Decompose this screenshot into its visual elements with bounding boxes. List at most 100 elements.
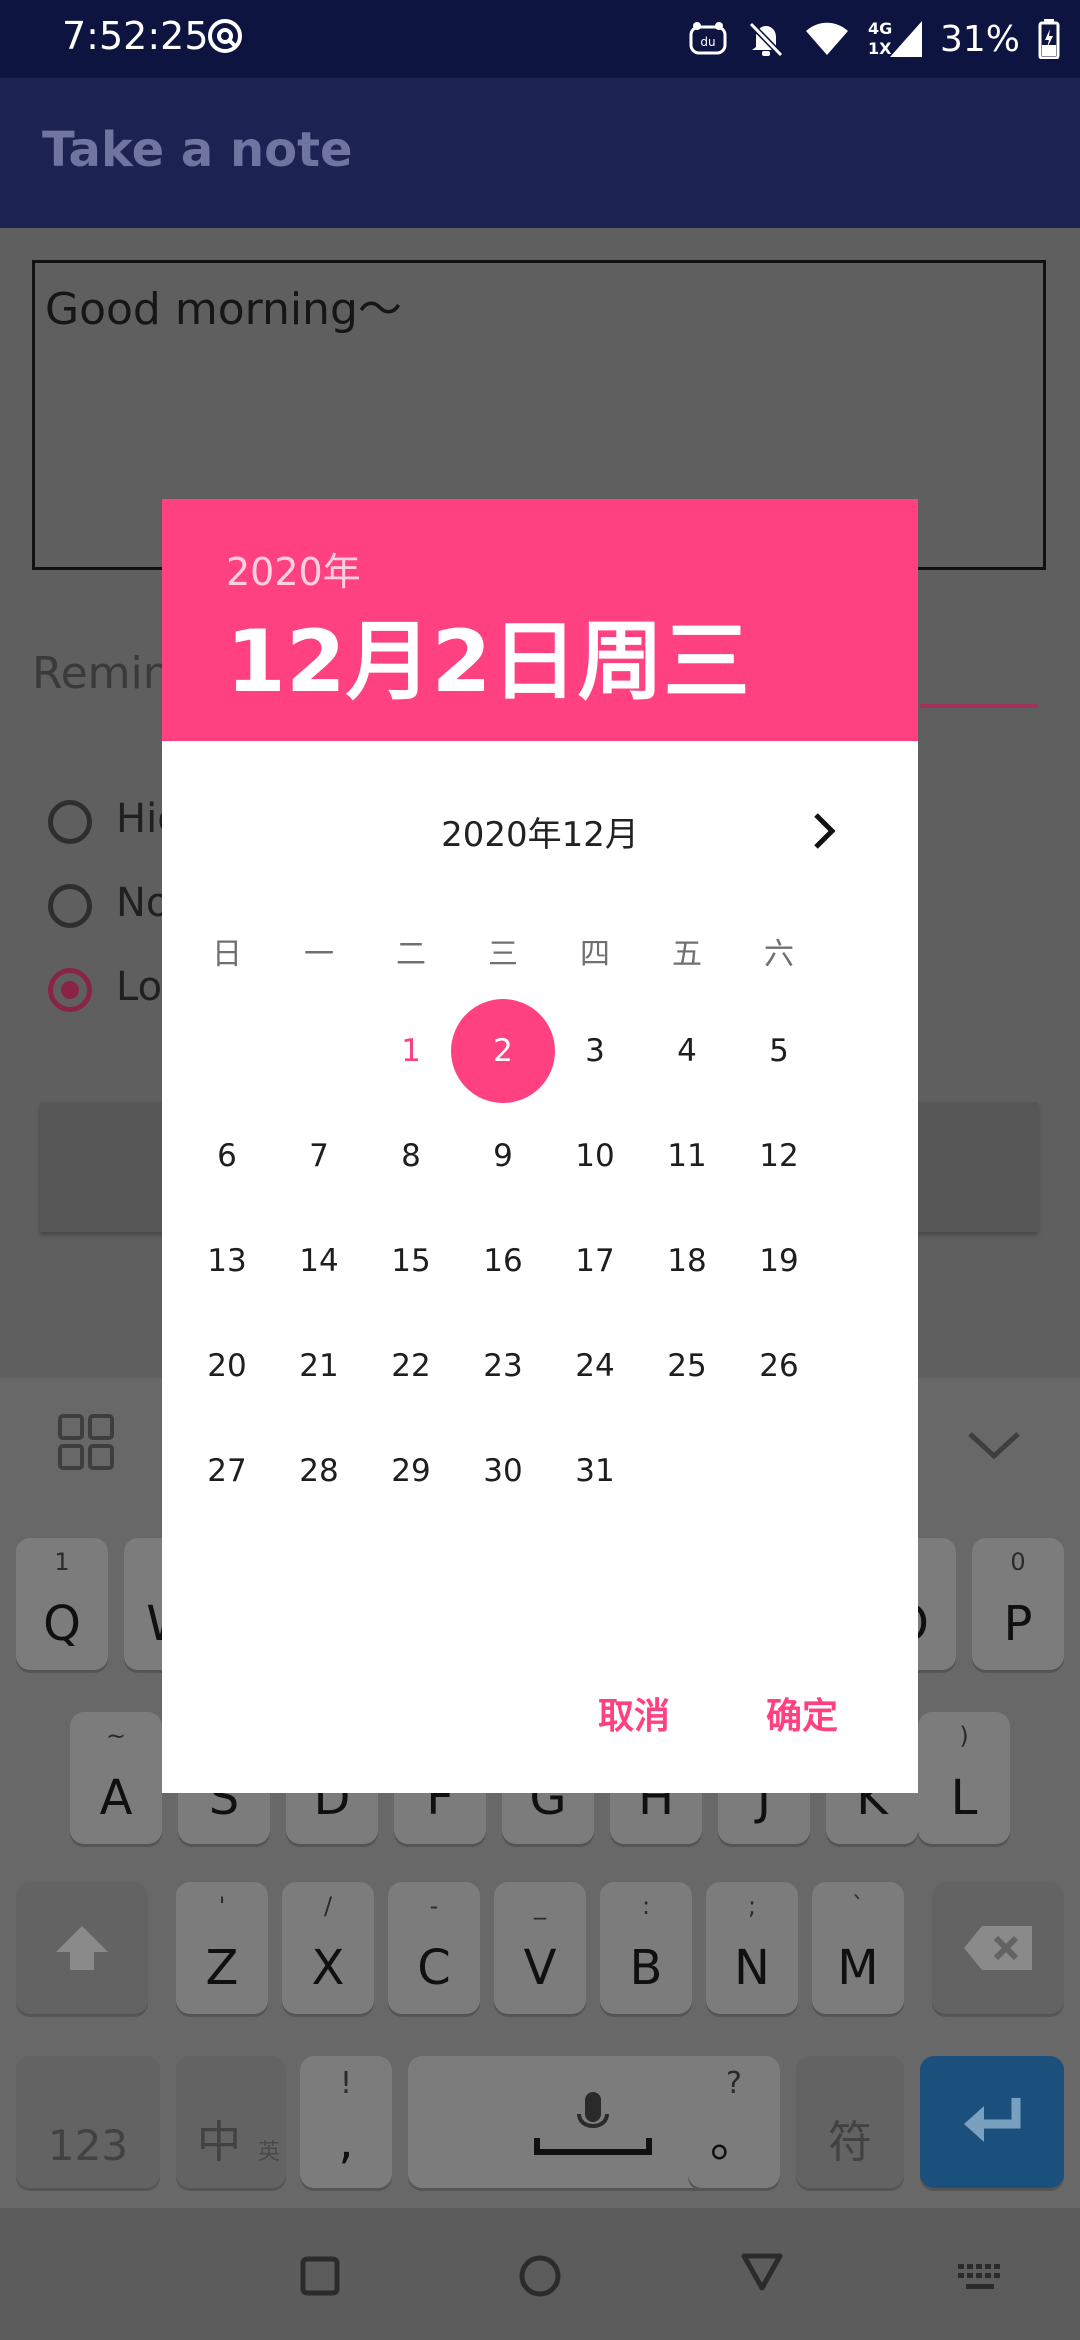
key-b-label: B — [629, 1940, 663, 1996]
key-x-label: X — [311, 1940, 345, 1996]
calendar-day[interactable]: 17 — [549, 1215, 641, 1307]
key-m[interactable]: ` M — [812, 1882, 904, 2014]
calendar-day[interactable]: 24 — [549, 1320, 641, 1412]
calendar-day[interactable]: 7 — [273, 1110, 365, 1202]
calendar-day[interactable]: 13 — [181, 1215, 273, 1307]
header-year[interactable]: 2020年 — [226, 541, 361, 596]
key-n-label: N — [734, 1940, 770, 1996]
comma-key-sub: ! — [339, 2066, 353, 2101]
calendar-day[interactable]: 23 — [457, 1320, 549, 1412]
period-key[interactable]: ? 。 — [688, 2056, 780, 2188]
keyboard-switch-icon[interactable] — [958, 2264, 1002, 2292]
key-n[interactable]: ; N — [706, 1882, 798, 2014]
numbers-key[interactable]: 123 — [16, 2056, 160, 2188]
key-q[interactable]: 1 Q — [16, 1538, 108, 1670]
radio-normal[interactable] — [48, 884, 92, 928]
calendar-day[interactable]: 5 — [733, 1005, 825, 1097]
calendar-day[interactable]: 1 — [365, 1005, 457, 1097]
weekday-label: 三 — [488, 937, 518, 972]
symbols-key-label: 符 — [828, 2117, 872, 2168]
signal-icon: 4G 1X — [868, 19, 922, 59]
reminder-label[interactable]: Remin — [32, 648, 171, 699]
period-key-sub: ? — [726, 2066, 742, 2101]
priority-low-option[interactable]: Lov — [48, 964, 186, 1012]
ok-button[interactable]: 确定 — [766, 1687, 838, 1739]
grid-menu-icon[interactable] — [58, 1414, 114, 1470]
priority-normal-option[interactable]: No — [48, 880, 170, 928]
key-a-label: A — [99, 1770, 133, 1826]
header-date[interactable]: 12月2日周三 — [226, 591, 750, 716]
status-bar: 7:52:25 du 4G 1X 31% — [0, 0, 1080, 78]
period-key-label: 。 — [709, 2112, 758, 2168]
calendar-day[interactable]: 16 — [457, 1215, 549, 1307]
key-x[interactable]: / X — [282, 1882, 374, 2014]
calendar-day[interactable]: 12 — [733, 1110, 825, 1202]
key-z-label: Z — [205, 1940, 239, 1996]
calendar-day[interactable]: 9 — [457, 1110, 549, 1202]
symbols-key[interactable]: 符 — [796, 2056, 904, 2188]
calendar-day[interactable]: 14 — [273, 1215, 365, 1307]
calendar-day[interactable]: 19 — [733, 1215, 825, 1307]
key-a-sub: ~ — [105, 1722, 127, 1750]
radio-low[interactable] — [48, 968, 92, 1012]
comma-key[interactable]: ! , — [300, 2056, 392, 2188]
calendar-day[interactable]: 25 — [641, 1320, 733, 1412]
next-month-icon[interactable] — [802, 809, 846, 853]
network-sub-type: 1X — [867, 39, 892, 58]
calendar-day[interactable]: 28 — [273, 1425, 365, 1517]
radio-high[interactable] — [48, 800, 92, 844]
calendar-day[interactable]: 8 — [365, 1110, 457, 1202]
key-v-label: V — [523, 1940, 557, 1996]
bell-muted-icon — [748, 21, 784, 58]
key-p-sub: 0 — [1010, 1548, 1026, 1576]
calendar-day[interactable]: 3 — [549, 1005, 641, 1097]
enter-key[interactable] — [920, 2056, 1064, 2188]
key-p[interactable]: 0 P — [972, 1538, 1064, 1670]
backspace-key[interactable] — [932, 1882, 1064, 2014]
enter-icon — [964, 2098, 1021, 2142]
calendar-day[interactable]: 11 — [641, 1110, 733, 1202]
language-key-label: 中 — [197, 2117, 241, 2168]
key-l-label: L — [950, 1770, 978, 1826]
calendar-day[interactable]: 18 — [641, 1215, 733, 1307]
microphone-icon — [534, 2092, 652, 2155]
calendar-day[interactable]: 31 — [549, 1425, 641, 1517]
key-a[interactable]: ~ A — [70, 1712, 162, 1844]
collapse-keyboard-icon[interactable] — [966, 1430, 1022, 1462]
calendar-day[interactable]: 30 — [457, 1425, 549, 1517]
key-v[interactable]: _ V — [494, 1882, 586, 2014]
key-p-label: P — [1003, 1596, 1033, 1652]
weekday-label: 一 — [304, 937, 334, 972]
priority-high-option[interactable]: Hig — [48, 796, 183, 844]
weekday-label: 六 — [764, 937, 794, 972]
reminder-underline — [920, 704, 1038, 708]
calendar-day[interactable]: 4 — [641, 1005, 733, 1097]
calendar-day[interactable]: 21 — [273, 1320, 365, 1412]
key-c-sub: - — [429, 1892, 439, 1920]
calendar-day[interactable]: 27 — [181, 1425, 273, 1517]
language-switch-key[interactable]: 中 英 — [176, 2056, 286, 2188]
recents-icon[interactable] — [300, 2256, 340, 2296]
calendar-day[interactable]: 6 — [181, 1110, 273, 1202]
network-type: 4G — [867, 19, 893, 38]
home-icon[interactable] — [518, 2254, 562, 2298]
back-icon[interactable] — [740, 2252, 784, 2292]
calendar-day[interactable]: 29 — [365, 1425, 457, 1517]
calendar-day[interactable]: 10 — [549, 1110, 641, 1202]
calendar-day[interactable]: 22 — [365, 1320, 457, 1412]
numbers-key-label: 123 — [47, 2121, 129, 2170]
calendar-day[interactable]: 26 — [733, 1320, 825, 1412]
language-key-sub: 英 — [257, 2140, 280, 2165]
key-z-sub: ' — [218, 1892, 226, 1920]
calendar-day-selected[interactable]: 2 — [457, 1005, 549, 1097]
key-l[interactable]: ) L — [918, 1712, 1010, 1844]
key-z[interactable]: ' Z — [176, 1882, 268, 2014]
calendar-day[interactable]: 20 — [181, 1320, 273, 1412]
weekday-label: 日 — [212, 937, 242, 972]
cancel-button[interactable]: 取消 — [598, 1687, 670, 1739]
calendar-day[interactable]: 15 — [365, 1215, 457, 1307]
shift-key[interactable] — [16, 1882, 148, 2014]
key-c[interactable]: - C — [388, 1882, 480, 2014]
key-b[interactable]: : B — [600, 1882, 692, 2014]
key-c-label: C — [417, 1940, 451, 1996]
